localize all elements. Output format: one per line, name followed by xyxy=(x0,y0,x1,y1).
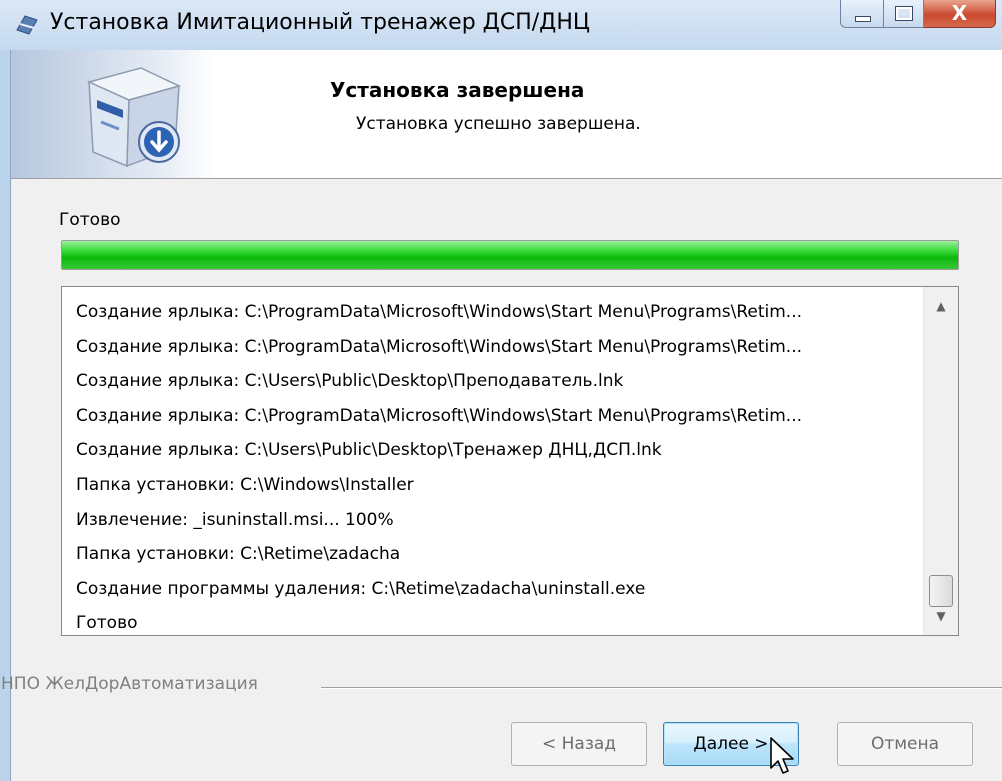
minimize-button[interactable] xyxy=(840,0,884,28)
log-item: Извлечение: _isuninstall.msi... 100% xyxy=(76,509,394,530)
log-item: Готово xyxy=(76,613,138,634)
log-item: Создание ярлыка: C:\ProgramData\Microsof… xyxy=(76,302,803,322)
installer-icon xyxy=(16,15,38,35)
log-item: Создание ярлыка: C:\Users\Public\Desktop… xyxy=(76,440,662,461)
company-name: НПО ЖелДорАвтоматизация xyxy=(1,674,258,694)
log-item: Создание ярлыка: C:\ProgramData\Microsof… xyxy=(76,336,803,357)
window-title: Установка Имитационный тренажер ДСП/ДНЦ xyxy=(50,10,590,35)
dialog-client-area: Установка завершена Установка успешно за… xyxy=(1,50,1002,781)
header-graphic xyxy=(11,50,216,178)
caption-buttons: X xyxy=(840,0,996,30)
close-button[interactable]: X xyxy=(924,0,996,28)
progress-bar xyxy=(61,240,959,270)
maximize-button[interactable] xyxy=(884,0,924,28)
mouse-pointer-icon xyxy=(770,737,794,774)
back-button[interactable]: < Назад xyxy=(511,722,647,766)
chevron-up-icon[interactable]: ▲ xyxy=(924,289,958,323)
log-list: Создание ярлыка: C:\ProgramData\Microsof… xyxy=(76,295,926,635)
status-label: Готово xyxy=(59,210,121,230)
setup-box-icon xyxy=(86,67,182,168)
log-item: Папка установки: C:\Retime\zadacha xyxy=(76,544,401,565)
progress-fill xyxy=(62,241,958,269)
close-icon: X xyxy=(951,1,968,25)
cancel-button[interactable]: Отмена xyxy=(837,722,973,766)
install-log[interactable]: Создание ярлыка: C:\ProgramData\Microsof… xyxy=(61,286,959,636)
log-item: Создание ярлыка: C:\Users\Public\Desktop… xyxy=(76,371,624,392)
header-subtitle: Установка успешно завершена. xyxy=(356,114,641,134)
header-title: Установка завершена xyxy=(330,78,585,102)
log-item: Создание программы удаления: C:\Retime\z… xyxy=(76,578,646,599)
chevron-down-icon[interactable]: ▼ xyxy=(924,599,958,633)
title-bar[interactable]: Установка Имитационный тренажер ДСП/ДНЦ … xyxy=(0,0,1002,50)
log-item: Создание ярлыка: C:\ProgramData\Microsof… xyxy=(76,405,803,426)
footer-divider xyxy=(321,687,1002,689)
log-item: Папка установки: C:\Windows\Installer xyxy=(76,474,414,495)
installer-window: Установка Имитационный тренажер ДСП/ДНЦ … xyxy=(0,0,1002,781)
log-scrollbar[interactable]: ▲ ▼ xyxy=(923,287,958,635)
wizard-header: Установка завершена Установка успешно за… xyxy=(11,50,1002,179)
